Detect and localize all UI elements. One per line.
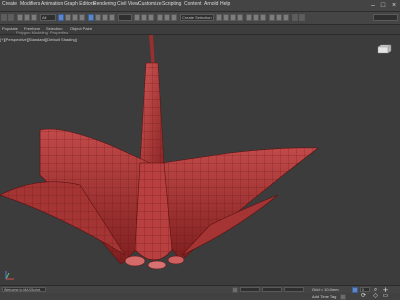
model-curl-right xyxy=(167,255,185,265)
menu-arnold[interactable]: Arnold xyxy=(204,1,218,7)
menu-modifiers[interactable]: Modifiers xyxy=(20,1,40,7)
link-icon[interactable] xyxy=(17,14,23,21)
viewport-canvas xyxy=(0,35,319,280)
keyboard-shortcut-icon[interactable] xyxy=(148,14,154,21)
window-crossing-icon[interactable] xyxy=(79,14,85,21)
ribbon-tab-object-paint[interactable]: Object Paint xyxy=(70,26,92,31)
model-curl-left xyxy=(124,255,146,267)
curve-editor-icon[interactable] xyxy=(246,14,252,21)
status-bar-lower: Add Time Tag ⟳ ◇ ▭ xyxy=(0,293,400,300)
toggle-ribbon-icon[interactable] xyxy=(237,14,243,21)
rendered-frame-window-icon[interactable] xyxy=(276,14,282,21)
menu-help[interactable]: Help xyxy=(220,1,230,7)
viewport-label[interactable]: [+][Perspective][Standard][Default Shadi… xyxy=(0,37,77,42)
menu-civil-view[interactable]: Civil View xyxy=(117,1,139,7)
minimize-icon[interactable]: – xyxy=(368,0,378,11)
sign-in-field[interactable] xyxy=(373,14,398,21)
reference-coordinate-dropdown[interactable] xyxy=(118,14,132,21)
menu-create[interactable]: Create xyxy=(2,1,17,7)
placement-icon[interactable] xyxy=(109,14,115,21)
unlink-icon[interactable] xyxy=(24,14,30,21)
snaps-toggle-icon[interactable] xyxy=(157,14,163,21)
align-icon[interactable] xyxy=(223,14,229,21)
model-right-petal-wireframe xyxy=(162,147,318,259)
selection-region-icon[interactable] xyxy=(72,14,78,21)
menu-rendering[interactable]: Rendering xyxy=(93,1,116,7)
percent-snap-icon[interactable] xyxy=(171,14,177,21)
model-stem-wireframe xyxy=(140,63,164,165)
coord-x-field[interactable] xyxy=(240,287,260,292)
viewcube-icon[interactable] xyxy=(376,44,392,54)
ribbon: Populate Freeform Selection Object Paint… xyxy=(0,25,400,35)
bind-space-warp-icon[interactable] xyxy=(31,14,37,21)
menu-scripting[interactable]: Scripting xyxy=(162,1,181,7)
coord-y-field[interactable] xyxy=(262,287,282,292)
maximize-icon[interactable]: □ xyxy=(378,0,388,11)
workspace-icon[interactable] xyxy=(299,14,305,21)
menu-graph-editors[interactable]: Graph Editors xyxy=(64,1,95,7)
scale-icon[interactable] xyxy=(102,14,108,21)
maximize-viewport-icon[interactable]: ▭ xyxy=(382,293,389,299)
layer-explorer-icon[interactable] xyxy=(230,14,236,21)
named-selection-sets-field[interactable]: Create Selection Se xyxy=(180,14,214,21)
select-manipulate-icon[interactable] xyxy=(141,14,147,21)
orbit-icon[interactable]: ⟳ xyxy=(360,293,367,299)
pivot-center-icon[interactable] xyxy=(134,14,140,21)
redo-icon[interactable] xyxy=(8,14,14,21)
add-time-tag[interactable]: Add Time Tag xyxy=(312,294,336,299)
selection-filter-dropdown[interactable]: All xyxy=(40,14,56,21)
undo-icon[interactable] xyxy=(1,14,7,21)
schematic-view-icon[interactable] xyxy=(253,14,259,21)
arnold-icon[interactable] xyxy=(292,14,298,21)
model-curl-center xyxy=(147,260,167,270)
frame-field[interactable]: 0 xyxy=(360,287,370,292)
select-object-icon[interactable] xyxy=(58,14,64,21)
material-editor-icon[interactable] xyxy=(260,14,266,21)
rotate-icon[interactable] xyxy=(95,14,101,21)
mirror-icon[interactable] xyxy=(216,14,222,21)
main-toolbar: All Create Selection Se xyxy=(0,12,400,25)
menu-customize[interactable]: Customize xyxy=(138,1,162,7)
select-by-name-icon[interactable] xyxy=(65,14,71,21)
render-setup-icon[interactable] xyxy=(269,14,275,21)
set-key-icon[interactable] xyxy=(340,294,346,300)
perspective-viewport[interactable] xyxy=(0,35,400,285)
coord-z-field[interactable] xyxy=(284,287,304,292)
menu-animation[interactable]: Animation xyxy=(41,1,63,7)
menu-bar: Create Modifiers Animation Graph Editors… xyxy=(0,0,400,12)
menu-content[interactable]: Content xyxy=(184,1,202,7)
render-production-icon[interactable] xyxy=(283,14,289,21)
field-of-view-icon[interactable]: ◇ xyxy=(372,293,379,299)
maxscript-listener[interactable]: Welcome to MAXScript. xyxy=(2,287,46,292)
close-icon[interactable]: × xyxy=(389,0,399,11)
move-icon[interactable] xyxy=(88,14,94,21)
angle-snap-icon[interactable] xyxy=(164,14,170,21)
grid-readout: Grid = 10.0mm xyxy=(312,287,339,292)
